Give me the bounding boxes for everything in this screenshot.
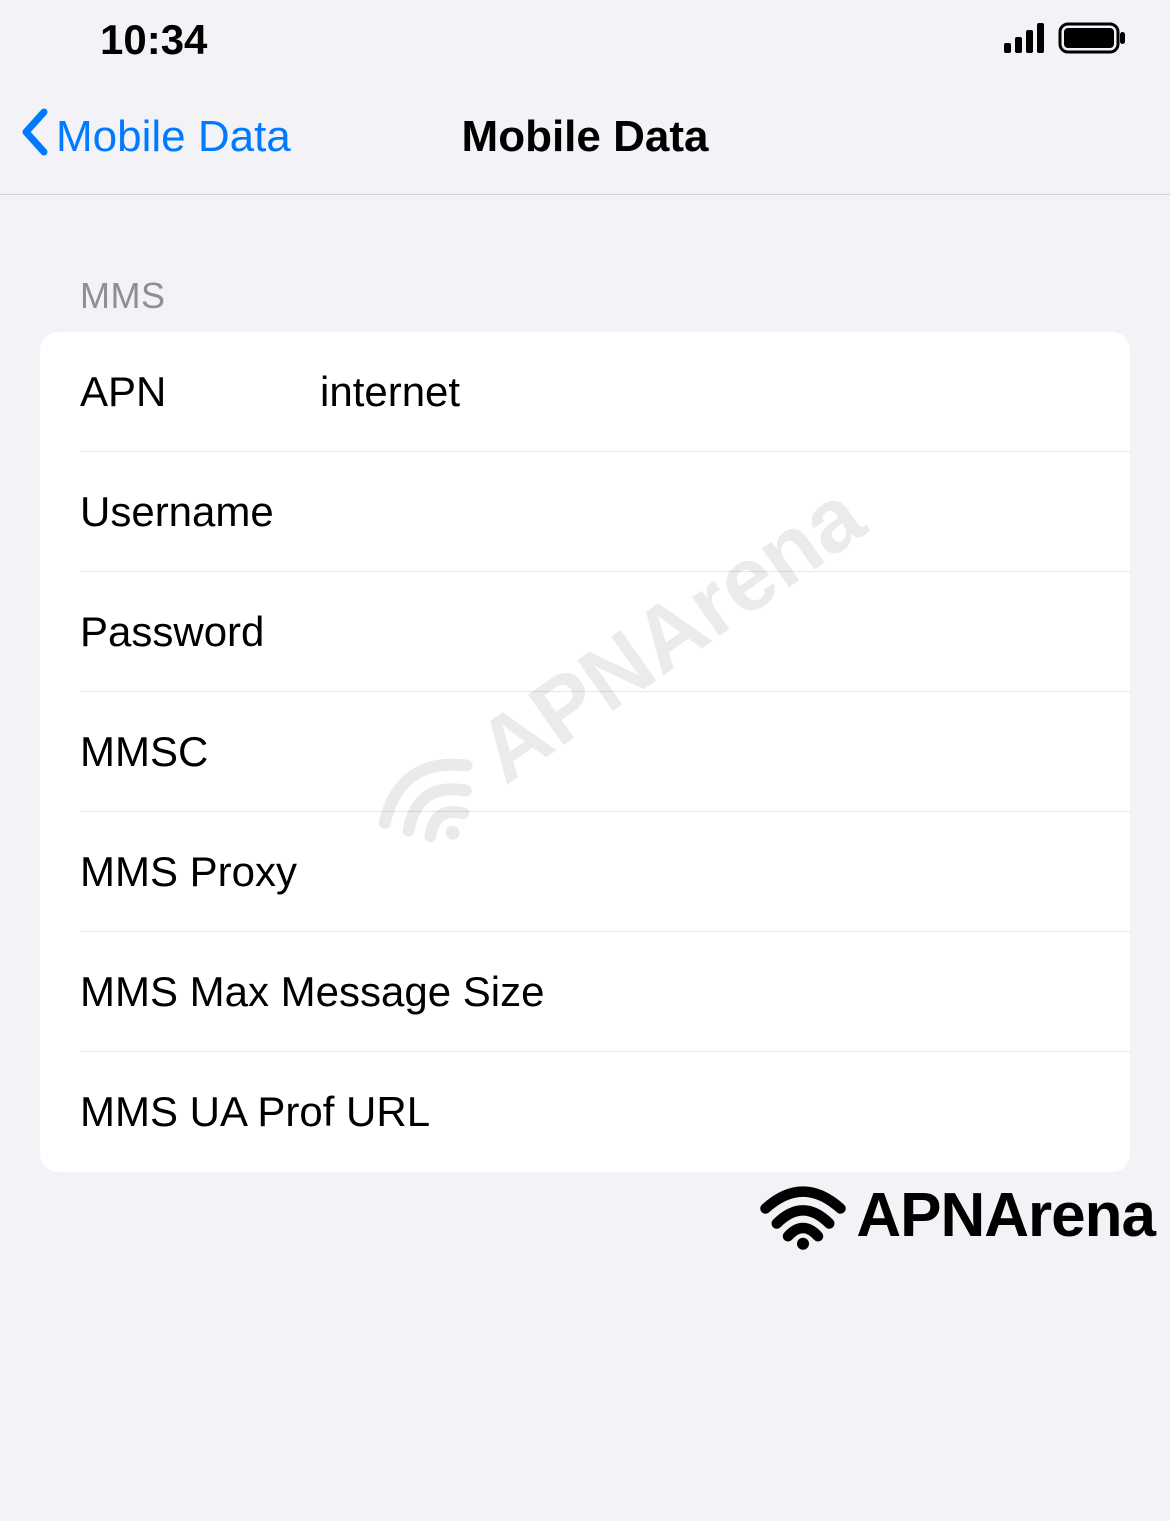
apn-label: APN xyxy=(80,368,320,416)
back-button[interactable]: Mobile Data xyxy=(20,108,291,167)
mms-max-size-input[interactable] xyxy=(549,968,1090,1016)
nav-bar: Mobile Data Mobile Data xyxy=(0,80,1170,195)
mmsc-input[interactable] xyxy=(320,728,1090,776)
password-label: Password xyxy=(80,608,320,656)
cellular-signal-icon xyxy=(1004,23,1050,58)
settings-group: APN Username Password MMSC MMS Proxy MMS… xyxy=(40,332,1130,1172)
status-bar: 10:34 xyxy=(0,0,1170,80)
mms-proxy-row[interactable]: MMS Proxy xyxy=(40,812,1130,932)
password-input[interactable] xyxy=(320,608,1090,656)
apn-input[interactable] xyxy=(320,368,1090,416)
section-header-mms: MMS xyxy=(40,245,1130,332)
mmsc-row[interactable]: MMSC xyxy=(40,692,1130,812)
wifi-icon xyxy=(758,1181,848,1251)
username-label: Username xyxy=(80,488,320,536)
back-label: Mobile Data xyxy=(56,112,291,162)
status-time: 10:34 xyxy=(100,16,207,64)
username-row[interactable]: Username xyxy=(40,452,1130,572)
mmsc-label: MMSC xyxy=(80,728,320,776)
mms-max-size-label: MMS Max Message Size xyxy=(80,968,549,1016)
status-icons xyxy=(1004,22,1130,59)
watermark-bottom: APNArena xyxy=(758,1180,1155,1251)
battery-icon xyxy=(1058,22,1130,59)
password-row[interactable]: Password xyxy=(40,572,1130,692)
mms-proxy-input[interactable] xyxy=(549,848,1090,896)
mms-ua-prof-input[interactable] xyxy=(549,1088,1090,1136)
chevron-left-icon xyxy=(20,108,50,167)
mms-ua-prof-label: MMS UA Prof URL xyxy=(80,1088,549,1136)
content: MMS APN Username Password MMSC MMS Proxy xyxy=(0,195,1170,1172)
watermark-bottom-text: APNArena xyxy=(856,1180,1155,1251)
mms-ua-prof-row[interactable]: MMS UA Prof URL xyxy=(40,1052,1130,1172)
mms-max-size-row[interactable]: MMS Max Message Size xyxy=(40,932,1130,1052)
username-input[interactable] xyxy=(320,488,1090,536)
page-title: Mobile Data xyxy=(462,112,709,162)
apn-row[interactable]: APN xyxy=(40,332,1130,452)
mms-proxy-label: MMS Proxy xyxy=(80,848,549,896)
